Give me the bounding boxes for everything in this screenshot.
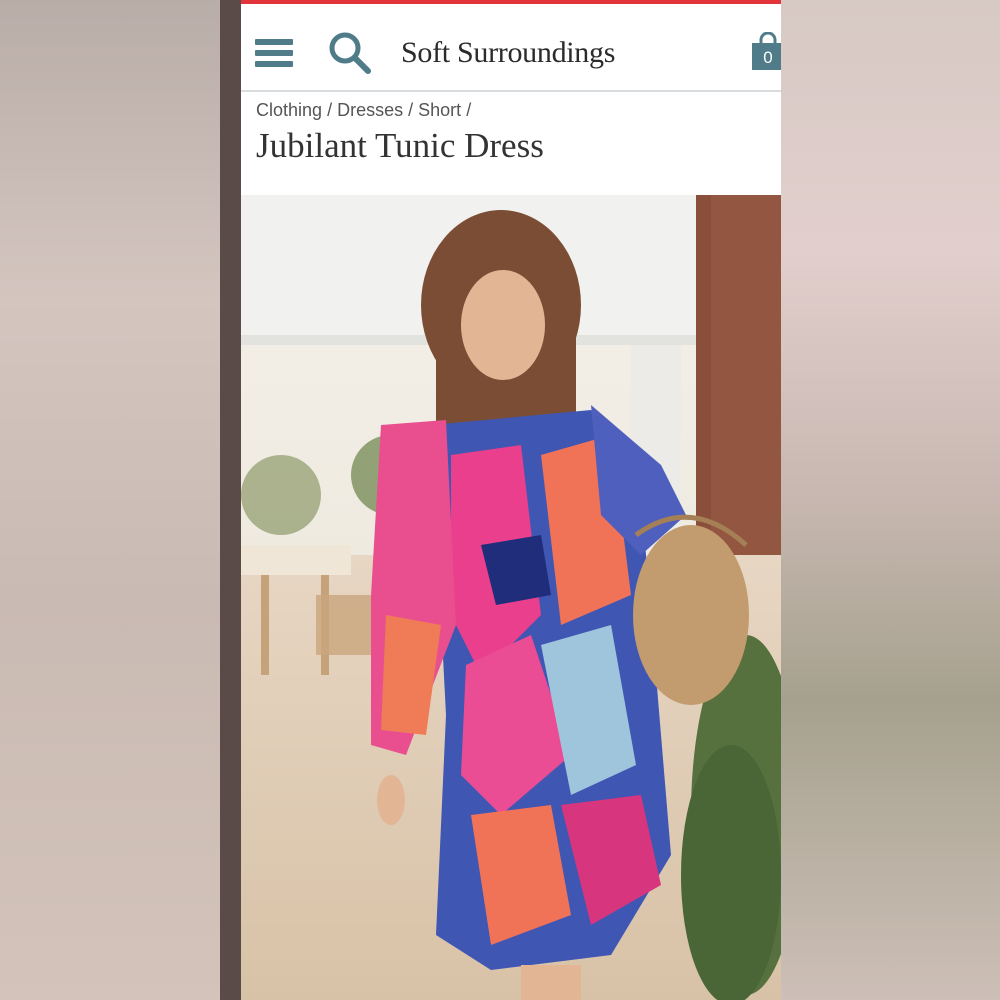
breadcrumb-item-dresses[interactable]: Dresses bbox=[337, 100, 403, 120]
phone-screen: Soft Surroundings 0 Clothing / Dresses /… bbox=[241, 0, 781, 1000]
background-frame-edge bbox=[220, 0, 241, 1000]
breadcrumb-separator: / bbox=[408, 100, 414, 120]
search-icon[interactable] bbox=[327, 30, 373, 76]
breadcrumb-item-short[interactable]: Short bbox=[418, 100, 461, 120]
breadcrumb-item-clothing[interactable]: Clothing bbox=[256, 100, 322, 120]
cart-count: 0 bbox=[763, 48, 773, 67]
breadcrumb-separator: / bbox=[466, 100, 472, 120]
background-blur-left bbox=[0, 0, 220, 1000]
site-header: Soft Surroundings 0 bbox=[241, 4, 781, 92]
breadcrumb-separator: / bbox=[327, 100, 333, 120]
product-title: Jubilant Tunic Dress bbox=[256, 126, 544, 165]
product-photo[interactable] bbox=[241, 195, 781, 1000]
menu-icon[interactable] bbox=[255, 39, 293, 71]
background-blur-right bbox=[781, 0, 1000, 1000]
brand-logo[interactable]: Soft Surroundings bbox=[401, 36, 615, 70]
breadcrumb: Clothing / Dresses / Short / bbox=[256, 100, 471, 121]
